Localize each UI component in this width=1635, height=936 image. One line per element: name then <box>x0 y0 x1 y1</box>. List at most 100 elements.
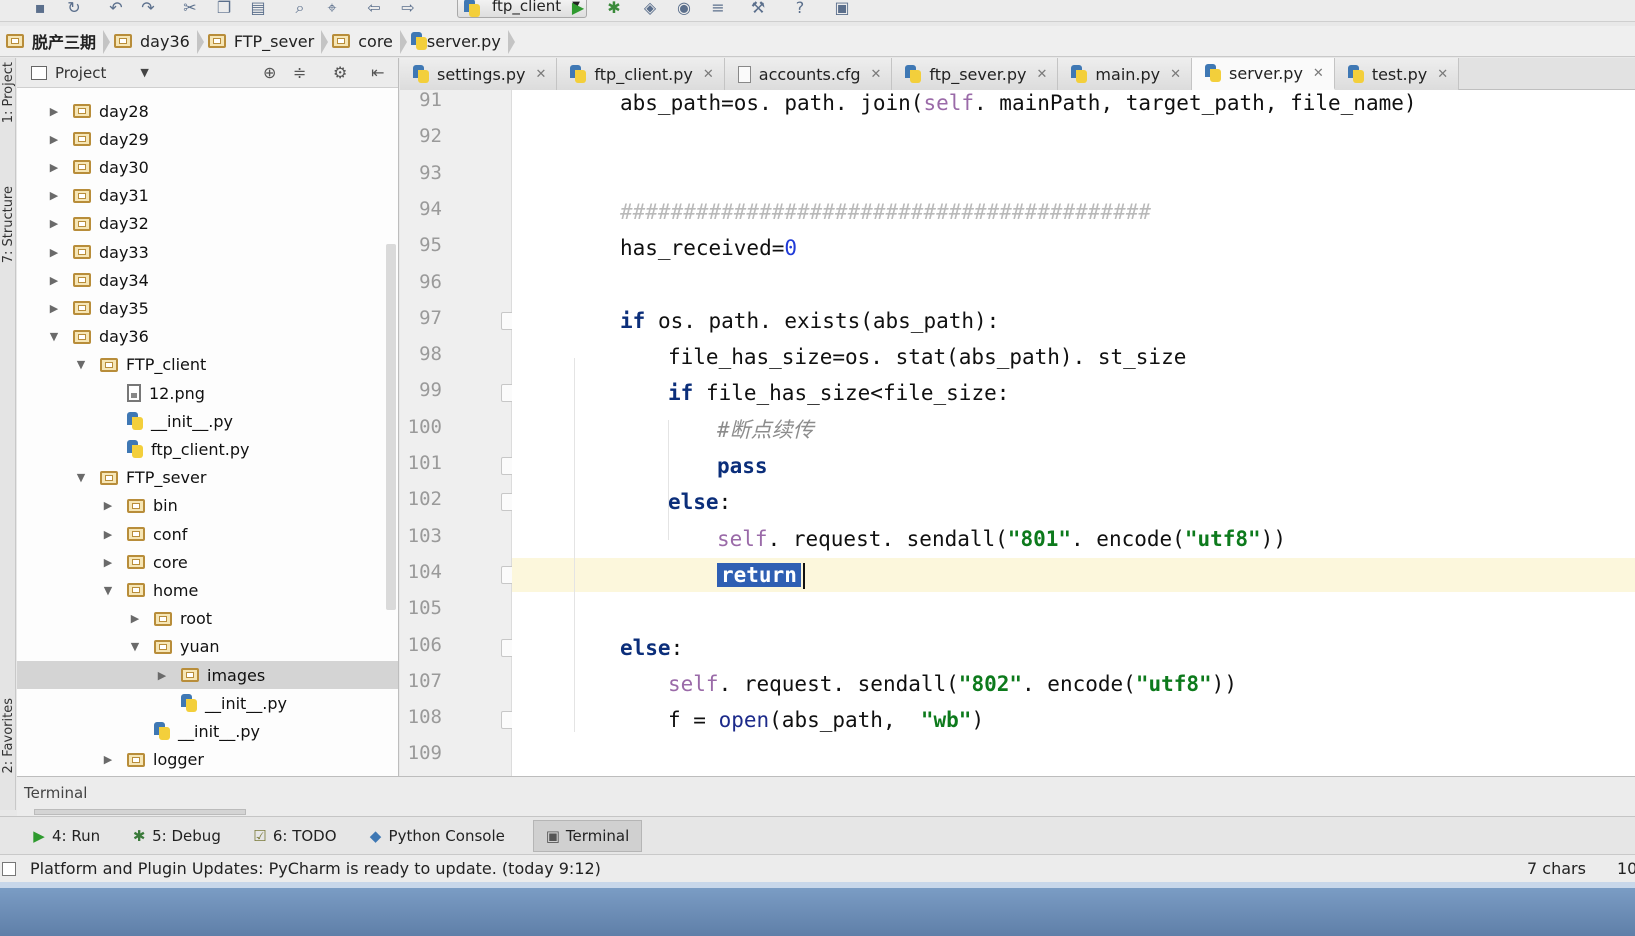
expand-arrow-icon[interactable]: ▶ <box>128 612 142 625</box>
forward-icon[interactable]: ⇨ <box>398 0 418 18</box>
sync-icon[interactable]: ↻ <box>64 0 84 18</box>
tree-item[interactable]: ▶ day35 <box>17 294 398 322</box>
settings-icon[interactable]: ⚒ <box>748 0 768 18</box>
tree-item[interactable]: ▶ conf <box>17 520 398 548</box>
caret-position[interactable]: 10 <box>1617 859 1635 878</box>
close-icon[interactable]: ✕ <box>703 67 714 82</box>
close-icon[interactable]: ✕ <box>1037 67 1048 82</box>
editor-tab[interactable]: ftp_client.py ✕ <box>557 58 725 90</box>
breadcrumb-item[interactable]: server.py <box>405 26 515 57</box>
tree-item[interactable]: ▶ day32 <box>17 210 398 238</box>
tree-item[interactable]: ▶ day31 <box>17 182 398 210</box>
find-icon[interactable]: ⌕ <box>290 0 310 18</box>
expand-arrow-icon[interactable]: ▶ <box>47 189 61 202</box>
gear-icon[interactable]: ⚙ <box>333 63 347 82</box>
redo-icon[interactable]: ↷ <box>138 0 158 18</box>
expand-arrow-icon[interactable]: ▶ <box>101 556 115 569</box>
project-tree-scrollbar[interactable] <box>386 244 396 610</box>
tree-item[interactable]: ▶ images <box>17 661 398 689</box>
breadcrumb-item[interactable]: FTP_sever <box>202 26 329 57</box>
structure-tool-button[interactable]: 7: Structure <box>1 186 15 263</box>
collapse-arrow-icon[interactable]: ▼ <box>101 584 115 597</box>
back-icon[interactable]: ⇦ <box>364 0 384 18</box>
debug-icon[interactable]: ✱ <box>604 0 624 18</box>
breadcrumb-item[interactable]: day36 <box>108 26 204 57</box>
collapse-arrow-icon[interactable]: ▼ <box>128 640 142 653</box>
editor-tab[interactable]: accounts.cfg ✕ <box>724 58 893 90</box>
tree-item[interactable]: ▼ FTP_sever <box>17 464 398 492</box>
editor-tab[interactable]: main.py ✕ <box>1058 58 1193 90</box>
tree-item[interactable]: ▶ day28 <box>17 97 398 125</box>
expand-arrow-icon[interactable]: ▶ <box>47 217 61 230</box>
expand-arrow-icon[interactable]: ▶ <box>47 246 61 259</box>
collapse-arrow-icon[interactable]: ▼ <box>47 330 61 343</box>
project-tool-button[interactable]: 1: Project <box>1 62 15 123</box>
tree-item[interactable]: ftp_client.py <box>17 435 398 463</box>
tool-tab[interactable]: ▶ 4: Run <box>28 820 114 852</box>
tree-item[interactable]: ▶ bin <box>17 492 398 520</box>
editor-tab[interactable]: settings.py ✕ <box>400 58 558 90</box>
editor-tab[interactable]: test.py ✕ <box>1334 58 1460 90</box>
hide-panel-icon[interactable]: ⇤ <box>371 63 384 82</box>
save-icon[interactable]: ▪ <box>30 0 50 18</box>
paste-icon[interactable]: ▤ <box>248 0 268 18</box>
tree-item[interactable]: __init__.py <box>17 717 398 745</box>
close-icon[interactable]: ✕ <box>1170 67 1181 82</box>
profile-icon[interactable]: ◉ <box>674 0 694 18</box>
tree-item[interactable]: ▶ root <box>17 605 398 633</box>
expand-arrow-icon[interactable]: ▶ <box>47 274 61 287</box>
terminal-session-tab[interactable] <box>34 809 246 815</box>
expand-arrow-icon[interactable]: ▶ <box>101 528 115 541</box>
tree-item[interactable]: ▼ home <box>17 576 398 604</box>
project-view-selector[interactable]: Project ▼ <box>31 64 149 82</box>
sdk-icon[interactable]: ▣ <box>832 0 852 18</box>
tool-tab[interactable]: ✱ 5: Debug <box>128 820 235 852</box>
tree-item[interactable]: ▼ yuan <box>17 633 398 661</box>
coverage-icon[interactable]: ◈ <box>640 0 660 18</box>
run-icon[interactable]: ▶ <box>568 0 588 18</box>
collapse-arrow-icon[interactable]: ▼ <box>74 358 88 371</box>
copy-icon[interactable]: ❐ <box>214 0 234 18</box>
expand-arrow-icon[interactable]: ▶ <box>47 133 61 146</box>
cut-icon[interactable]: ✂ <box>180 0 200 18</box>
expand-arrow-icon[interactable]: ▶ <box>101 499 115 512</box>
tool-tab[interactable]: ☑ 6: TODO <box>249 820 351 852</box>
favorites-tool-button[interactable]: 2: Favorites <box>1 698 15 774</box>
tree-item[interactable]: ▶ day33 <box>17 238 398 266</box>
tree-item[interactable]: ▶ logger <box>17 746 398 774</box>
expand-arrow-icon[interactable]: ▶ <box>47 161 61 174</box>
tree-item[interactable]: ▼ FTP_client <box>17 351 398 379</box>
tree-item[interactable]: ▶ core <box>17 548 398 576</box>
undo-icon[interactable]: ↶ <box>106 0 126 18</box>
expand-arrow-icon[interactable]: ▶ <box>47 105 61 118</box>
expand-arrow-icon[interactable]: ▶ <box>101 753 115 766</box>
editor-tab[interactable]: server.py ✕ <box>1192 58 1335 90</box>
tool-tab[interactable]: ◆ Python Console <box>365 820 519 852</box>
code-editor[interactable]: abs_path=os. path. join(self. mainPath, … <box>512 90 1635 776</box>
tree-item[interactable]: ▶ day30 <box>17 153 398 181</box>
tool-tab[interactable]: ▣ Terminal <box>532 819 643 852</box>
close-icon[interactable]: ✕ <box>1437 67 1448 82</box>
help-icon[interactable]: ? <box>790 0 810 18</box>
status-message[interactable]: Platform and Plugin Updates: PyCharm is … <box>30 859 601 878</box>
tree-item[interactable]: 12.png <box>17 379 398 407</box>
tree-item[interactable]: __init__.py <box>17 407 398 435</box>
toggle-tool-windows-icon[interactable] <box>2 862 16 876</box>
expand-arrow-icon[interactable]: ▶ <box>47 302 61 315</box>
breadcrumb-item[interactable]: core <box>326 26 407 57</box>
expand-arrow-icon[interactable]: ▶ <box>155 669 169 682</box>
tree-item[interactable]: ▶ day34 <box>17 266 398 294</box>
breadcrumb-item[interactable]: 脱产三期 <box>0 26 111 57</box>
build-icon[interactable]: ≡ <box>708 0 728 18</box>
tree-item[interactable]: ▶ day29 <box>17 125 398 153</box>
collapse-arrow-icon[interactable]: ▼ <box>74 471 88 484</box>
scroll-from-source-icon[interactable]: ⊕ <box>263 63 276 82</box>
close-icon[interactable]: ✕ <box>871 67 882 82</box>
replace-icon[interactable]: ⌖ <box>322 0 342 18</box>
tree-item[interactable]: ▼ day36 <box>17 323 398 351</box>
collapse-all-icon[interactable]: ≑ <box>293 63 306 82</box>
tree-item[interactable]: __init__.py <box>17 689 398 717</box>
editor-tab[interactable]: ftp_sever.py ✕ <box>892 58 1059 90</box>
close-icon[interactable]: ✕ <box>536 67 547 82</box>
close-icon[interactable]: ✕ <box>1313 66 1324 81</box>
